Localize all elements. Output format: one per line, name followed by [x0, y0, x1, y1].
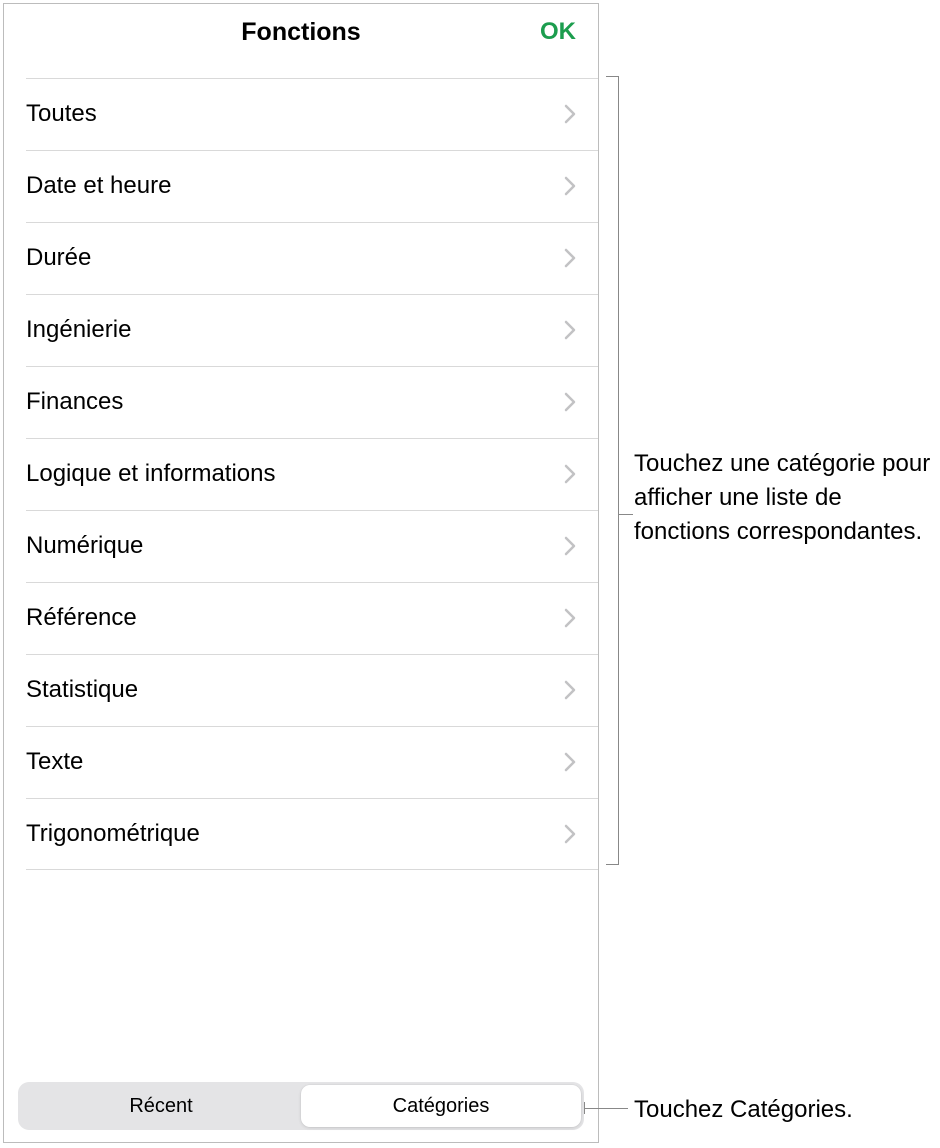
callout-tab: Touchez Catégories.: [634, 1093, 934, 1127]
chevron-right-icon: [564, 176, 576, 196]
category-label: Ingénierie: [26, 316, 131, 344]
tab-recent[interactable]: Récent: [21, 1085, 301, 1127]
tab-categories[interactable]: Catégories: [301, 1085, 581, 1127]
callout-bracket-icon: [606, 76, 620, 865]
category-row-texte[interactable]: Texte: [4, 726, 598, 798]
category-label: Trigonométrique: [26, 820, 200, 848]
category-label: Texte: [26, 748, 83, 776]
panel-header: Fonctions OK: [4, 4, 598, 60]
chevron-right-icon: [564, 104, 576, 124]
category-label: Durée: [26, 244, 91, 272]
category-row-toutes[interactable]: Toutes: [4, 78, 598, 150]
chevron-right-icon: [564, 752, 576, 772]
category-row-date-heure[interactable]: Date et heure: [4, 150, 598, 222]
category-row-numerique[interactable]: Numérique: [4, 510, 598, 582]
chevron-right-icon: [564, 608, 576, 628]
segmented-control: Récent Catégories: [18, 1082, 584, 1130]
callout-list: Touchez une catégorie pour afficher une …: [634, 447, 934, 549]
chevron-right-icon: [564, 464, 576, 484]
category-row-ingenierie[interactable]: Ingénierie: [4, 294, 598, 366]
ok-button[interactable]: OK: [540, 18, 576, 46]
category-label: Finances: [26, 388, 123, 416]
category-label: Toutes: [26, 100, 97, 128]
chevron-right-icon: [564, 680, 576, 700]
category-label: Logique et informations: [26, 460, 276, 488]
callout-leader-icon: [584, 1108, 628, 1109]
category-row-statistique[interactable]: Statistique: [4, 654, 598, 726]
category-label: Date et heure: [26, 172, 171, 200]
functions-panel: Fonctions OK Toutes Date et heure Durée: [3, 3, 599, 1143]
chevron-right-icon: [564, 320, 576, 340]
category-list: Toutes Date et heure Durée Ingénierie: [4, 78, 598, 870]
category-label: Numérique: [26, 532, 143, 560]
panel-title: Fonctions: [241, 18, 360, 47]
category-row-reference[interactable]: Référence: [4, 582, 598, 654]
chevron-right-icon: [564, 392, 576, 412]
chevron-right-icon: [564, 824, 576, 844]
category-label: Statistique: [26, 676, 138, 704]
category-row-duree[interactable]: Durée: [4, 222, 598, 294]
category-row-finances[interactable]: Finances: [4, 366, 598, 438]
chevron-right-icon: [564, 248, 576, 268]
tab-bar: Récent Catégories: [4, 1082, 598, 1142]
category-row-logique[interactable]: Logique et informations: [4, 438, 598, 510]
chevron-right-icon: [564, 536, 576, 556]
category-row-trigo[interactable]: Trigonométrique: [4, 798, 598, 870]
category-label: Référence: [26, 604, 137, 632]
